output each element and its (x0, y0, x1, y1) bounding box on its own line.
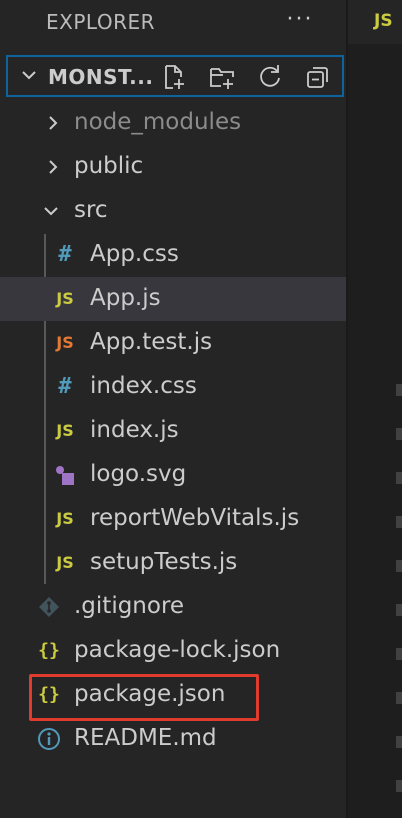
js-test-file-icon: JS (56, 333, 74, 352)
git-icon (39, 597, 59, 617)
tree-file-package-lock-json[interactable]: {} package-lock.json (0, 629, 346, 673)
explorer-sidebar: EXPLORER ··· MONST... node_modules publi… (0, 0, 346, 818)
tree-file-app-test-js[interactable]: JS App.test.js (0, 321, 346, 365)
line-number-fragment (396, 516, 402, 528)
tree-item-label: README.md (74, 725, 217, 751)
js-file-icon: JS (56, 421, 74, 440)
tree-item-label: public (74, 153, 144, 179)
tree-item-label: node_modules (74, 109, 242, 135)
refresh-icon[interactable] (256, 63, 284, 91)
tree-item-label: logo.svg (90, 461, 187, 487)
editor-area: JS (348, 0, 402, 818)
line-number-fragment (396, 472, 402, 484)
highlight-annotation-box (29, 674, 259, 721)
tree-item-label: App.test.js (90, 329, 213, 355)
line-number-fragment (396, 560, 402, 572)
js-file-icon: JS (56, 289, 74, 308)
js-file-icon: JS (56, 553, 74, 572)
workspace-folder-header[interactable]: MONST... (6, 55, 344, 97)
tree-file-setup-tests-js[interactable]: JS setupTests.js (0, 541, 346, 585)
workspace-folder-name: MONST... (48, 65, 154, 89)
tree-item-label: src (74, 197, 108, 223)
tree-item-label: .gitignore (74, 593, 185, 619)
collapse-all-icon[interactable] (304, 63, 332, 91)
tree-file-readme-md[interactable]: README.md (0, 717, 346, 761)
explorer-header: EXPLORER ··· (0, 0, 346, 44)
editor-tab[interactable]: JS (348, 0, 402, 44)
new-folder-icon[interactable] (208, 63, 236, 91)
svg-file-icon (56, 466, 74, 485)
tree-item-label: index.js (90, 417, 179, 443)
info-icon (38, 728, 60, 750)
tree-item-label: reportWebVitals.js (90, 505, 300, 531)
tree-folder-public[interactable]: public (0, 145, 346, 189)
chevron-down-icon (22, 71, 36, 80)
json-file-icon: {} (38, 640, 60, 661)
tree-file-logo-svg[interactable]: logo.svg (0, 453, 346, 497)
line-number-fragment (396, 428, 402, 440)
chevron-right-icon (49, 160, 58, 174)
tree-file-index-js[interactable]: JS index.js (0, 409, 346, 453)
chevron-down-icon (44, 207, 58, 216)
tree-file-app-css[interactable]: # App.css (0, 233, 346, 277)
new-file-icon[interactable] (160, 63, 188, 91)
tree-folder-src[interactable]: src (0, 189, 346, 233)
tree-item-label: App.css (90, 241, 179, 267)
line-number-fragment (396, 384, 402, 396)
more-actions-icon[interactable]: ··· (284, 6, 316, 38)
css-file-icon: # (58, 242, 72, 267)
chevron-right-icon (49, 116, 58, 130)
css-file-icon: # (58, 374, 72, 399)
line-number-fragment (396, 692, 402, 704)
tree-item-label: index.css (90, 373, 197, 399)
tree-item-label: package-lock.json (74, 637, 281, 663)
line-number-fragment (396, 780, 402, 792)
line-number-fragment (396, 736, 402, 748)
explorer-title: EXPLORER (46, 10, 155, 34)
tree-folder-node-modules[interactable]: node_modules (0, 101, 346, 145)
js-file-icon: JS (56, 509, 74, 528)
tree-file-index-css[interactable]: # index.css (0, 365, 346, 409)
line-number-fragment (396, 604, 402, 616)
js-file-icon: JS (374, 11, 393, 31)
tree-file-app-js[interactable]: JS App.js (0, 277, 346, 321)
tree-file-report-web-vitals-js[interactable]: JS reportWebVitals.js (0, 497, 346, 541)
line-number-fragment (396, 648, 402, 660)
tree-file-gitignore[interactable]: .gitignore (0, 585, 346, 629)
tree-item-label: App.js (90, 285, 161, 311)
tree-item-label: setupTests.js (90, 549, 238, 575)
